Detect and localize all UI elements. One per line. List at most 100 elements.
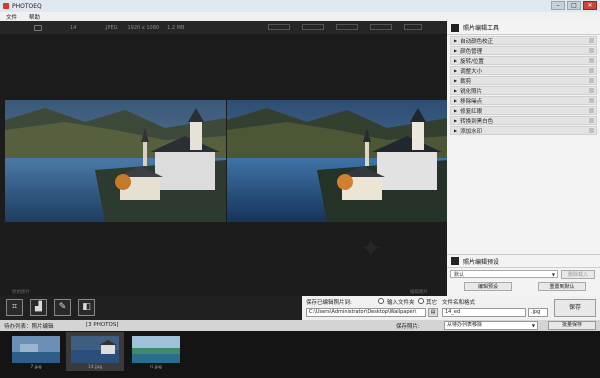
tool-toggle-icon[interactable]: [589, 48, 594, 53]
presets-icon: [451, 257, 459, 265]
delete-preset-button[interactable]: 删除载入: [561, 269, 595, 279]
tool-item[interactable]: ▶ 颜色管理: [450, 46, 597, 55]
tool-label: 修复红眼: [460, 108, 483, 115]
menu-help[interactable]: 帮助: [23, 13, 46, 21]
filename-label: 文件名和格式: [442, 300, 476, 306]
histogram-icon[interactable]: ▟: [30, 299, 47, 316]
tool-label: 锐化照片: [460, 88, 483, 95]
close-button[interactable]: ✕: [583, 1, 597, 10]
save-button[interactable]: 保存: [554, 299, 596, 317]
filename-input[interactable]: 14_ed: [442, 308, 526, 317]
tool-label: 移除噪点: [460, 98, 483, 105]
queue-bar: 待办列表：照片编辑 [3 PHOTOS] 保存照片: 从待办列表移除 ▼ 批量保…: [0, 320, 600, 331]
preset-select[interactable]: 默认 ▼: [450, 270, 558, 278]
save-photos-label: 保存照片:: [396, 324, 420, 330]
tool-toggle-icon[interactable]: [589, 88, 594, 93]
crop-icon[interactable]: ⌗: [6, 299, 23, 316]
view-split-icon[interactable]: [302, 24, 324, 30]
maximize-button[interactable]: □: [567, 1, 581, 10]
tool-toggle-icon[interactable]: [589, 98, 594, 103]
thumbnail-2[interactable]: [71, 336, 119, 363]
view-single-icon[interactable]: [268, 24, 290, 30]
save-path-input[interactable]: C:\Users\Administrator\Desktop\Wallpaper…: [306, 308, 426, 317]
tool-label: 转换到黑白色: [460, 118, 494, 125]
eyedropper-icon[interactable]: ✎: [54, 299, 71, 316]
expand-arrow-icon: ▶: [454, 68, 458, 73]
tool-toggle-icon[interactable]: [589, 108, 594, 113]
thumbnail-3-name: ri.jpg: [150, 365, 162, 370]
tool-toggle-icon[interactable]: [589, 78, 594, 83]
save-to-label: 保存已编辑照片到:: [306, 300, 352, 306]
tool-item[interactable]: ▶ 调整大小: [450, 66, 597, 75]
expand-arrow-icon: ▶: [454, 78, 458, 83]
queue-count: [3 PHOTOS]: [86, 322, 119, 328]
edit-preset-button[interactable]: 编辑预设: [464, 282, 512, 291]
tool-item[interactable]: ▶ 移除噪点: [450, 96, 597, 105]
edited-photo[interactable]: [227, 100, 448, 222]
thumbnail-1[interactable]: [12, 336, 60, 363]
tools-panel-header: 照片编辑工具: [447, 21, 600, 35]
thumbnail-2-name: 14.jpg: [87, 365, 103, 370]
menu-file[interactable]: 文件: [0, 13, 23, 21]
tool-item[interactable]: ▶ 自动颜色校正: [450, 36, 597, 45]
window-title: PHOTOEQ: [12, 2, 42, 10]
tools-panel: 照片编辑工具 ▶ 自动颜色校正 ▶ 颜色管理 ▶ 旋转/位置 ▶ 调整大小 ▶ 裁剪 ▶ 锐化照片 ▶ 移…: [447, 21, 600, 296]
tool-toggle-icon[interactable]: [589, 128, 594, 133]
tool-item[interactable]: ▶ 旋转/位置: [450, 56, 597, 65]
edited-label: 编辑图片: [410, 290, 428, 295]
tool-list: ▶ 自动颜色校正 ▶ 颜色管理 ▶ 旋转/位置 ▶ 调整大小 ▶ 裁剪 ▶ 锐化照片 ▶ 移除噪点 ▶ 修复红…: [447, 36, 600, 135]
tool-label: 自动颜色校正: [460, 38, 494, 45]
tools-panel-title: 照片编辑工具: [463, 25, 500, 32]
thumbnail-3[interactable]: [132, 336, 180, 363]
radio-other[interactable]: [418, 298, 424, 304]
reset-preset-button[interactable]: 重置到默认: [538, 282, 586, 291]
save-option-value: 从待办列表移除: [447, 322, 483, 328]
presets-panel: 照片编辑预设 默认 ▼ 删除载入 编辑预设 重置到默认: [447, 254, 600, 293]
tool-toggle-icon[interactable]: [589, 68, 594, 73]
batch-save-button[interactable]: 批量保存: [548, 321, 596, 330]
tool-item[interactable]: ▶ 添加水印: [450, 126, 597, 135]
photo-dimensions: 1920 x 1080: [127, 24, 160, 31]
folder-icon[interactable]: ▤: [428, 308, 438, 317]
chevron-down-icon: ▼: [551, 271, 555, 277]
save-panel: 保存已编辑照片到: 输入文件夹 其它 文件名和格式 C:\Users\Admin…: [302, 296, 600, 320]
presets-panel-title: 照片编辑预设: [463, 258, 500, 266]
info-bar: 14 .JPEG 1920 x 1080 1.2 MB: [0, 21, 446, 34]
camera-icon: [34, 24, 42, 31]
tool-item[interactable]: ▶ 锐化照片: [450, 86, 597, 95]
expand-arrow-icon: ▶: [454, 108, 458, 113]
original-photo[interactable]: [5, 100, 226, 222]
option-input-label: 输入文件夹: [387, 300, 415, 306]
expand-arrow-icon: ▶: [454, 128, 458, 133]
radio-input-folder[interactable]: [378, 298, 384, 304]
photo-format: .JPEG: [104, 24, 118, 31]
tool-item[interactable]: ▶ 转换到黑白色: [450, 116, 597, 125]
minimize-button[interactable]: –: [551, 1, 565, 10]
preset-selected: 默认: [454, 271, 465, 278]
watermark: ✦: [360, 234, 382, 264]
view-fit-icon[interactable]: [370, 24, 392, 30]
original-label: 原始图片: [12, 290, 30, 295]
tool-toggle-icon[interactable]: [589, 58, 594, 63]
format-select[interactable]: .jpg: [528, 308, 548, 317]
tool-label: 颜色管理: [460, 48, 483, 55]
view-side-icon[interactable]: [336, 24, 358, 30]
tool-toggle-icon[interactable]: [589, 118, 594, 123]
tool-label: 旋转/位置: [460, 58, 484, 65]
zoom-icon[interactable]: [404, 24, 422, 30]
expand-arrow-icon: ▶: [454, 118, 458, 123]
compare-icon[interactable]: ◧: [78, 299, 95, 316]
tool-item[interactable]: ▶ 裁剪: [450, 76, 597, 85]
save-option-select[interactable]: 从待办列表移除 ▼: [444, 321, 538, 330]
tool-toggle-icon[interactable]: [589, 38, 594, 43]
tools-icon: [451, 23, 459, 32]
tool-item[interactable]: ▶ 修复红眼: [450, 106, 597, 115]
expand-arrow-icon: ▶: [454, 58, 458, 63]
app-icon: [3, 3, 9, 9]
expand-arrow-icon: ▶: [454, 38, 458, 43]
expand-arrow-icon: ▶: [454, 48, 458, 53]
photo-index: 14: [70, 24, 77, 31]
format-value: .jpg: [531, 309, 541, 315]
option-other-label: 其它: [426, 300, 438, 306]
title-bar: PHOTOEQ – □ ✕: [0, 0, 600, 12]
